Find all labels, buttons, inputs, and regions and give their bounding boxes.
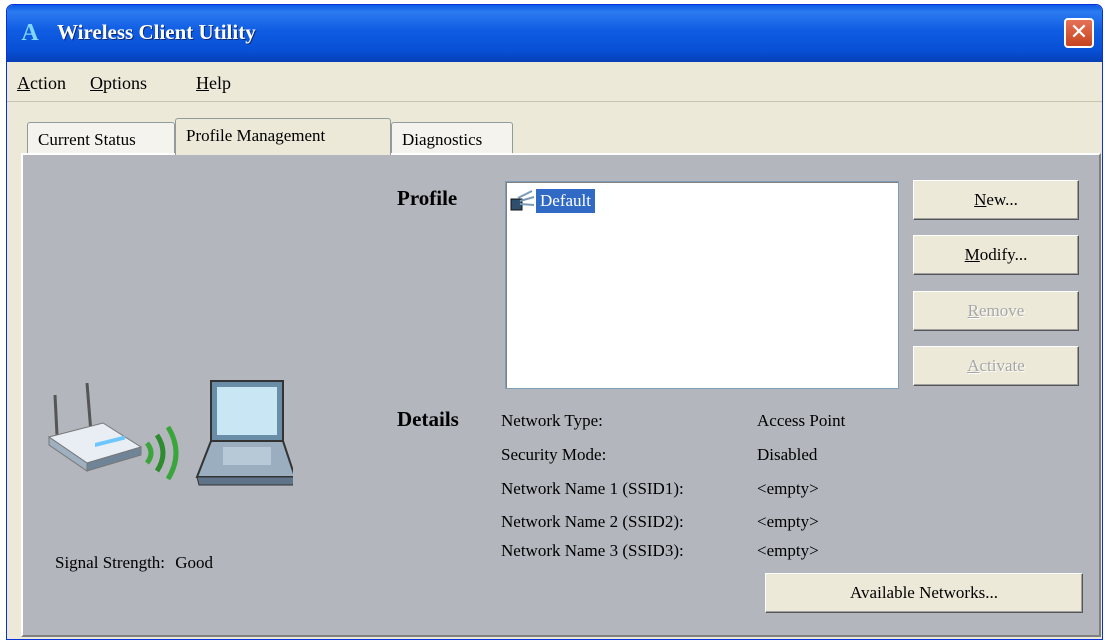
modify-button[interactable]: Modify... [913, 235, 1079, 275]
ssid3-value: <empty> [757, 541, 819, 560]
tab-strip: Current Status Profile Management Diagno… [27, 118, 627, 155]
new-button[interactable]: New... [913, 180, 1079, 220]
security-mode-label: Security Mode: [501, 445, 607, 464]
ssid2-value: <empty> [757, 512, 819, 531]
ssid3-label: Network Name 3 (SSID3): [501, 541, 684, 560]
close-icon: ✕ [1069, 20, 1089, 45]
laptop-icon [195, 380, 293, 486]
tab-diagnostics[interactable]: Diagnostics [391, 122, 513, 154]
security-mode-value: Disabled [757, 445, 818, 464]
device-illustration [47, 380, 293, 486]
tab-profile-management[interactable]: Profile Management [175, 118, 391, 155]
router-icon [47, 382, 143, 472]
wireless-client-utility-window: A Wireless Client Utility ✕ Action Optio… [6, 4, 1103, 640]
available-networks-button[interactable]: Available Networks... [765, 573, 1083, 613]
network-type-value: Access Point [757, 411, 846, 430]
signal-strength-value: Good [175, 553, 214, 572]
title-bar[interactable]: A Wireless Client Utility ✕ [7, 5, 1102, 62]
signal-strength: Signal Strength: Good [55, 553, 213, 573]
details-section-label: Details [397, 407, 459, 431]
window-title: Wireless Client Utility [57, 20, 256, 44]
profile-list[interactable]: Default [505, 181, 899, 389]
ssid1-label: Network Name 1 (SSID1): [501, 479, 684, 498]
ssid1-value: <empty> [757, 479, 819, 498]
menu-action[interactable]: Action [17, 73, 66, 94]
profile-section-label: Profile [397, 186, 458, 210]
app-logo-icon: A [21, 20, 39, 46]
close-button[interactable]: ✕ [1064, 18, 1094, 48]
signal-waves-icon [144, 425, 179, 481]
profile-icon [510, 190, 535, 211]
tab-current-status[interactable]: Current Status [27, 122, 175, 154]
menu-help[interactable]: Help [196, 73, 231, 94]
remove-button[interactable]: Remove [913, 291, 1079, 331]
network-type-label: Network Type: [501, 411, 603, 430]
profile-name: Default [536, 189, 595, 213]
ssid2-label: Network Name 2 (SSID2): [501, 512, 684, 531]
signal-strength-label: Signal Strength: [55, 553, 166, 572]
menu-options[interactable]: Options [90, 73, 147, 94]
menu-bar: Action Options Help [7, 62, 1102, 102]
profile-management-panel: Signal Strength: Good Profile Default Ne… [21, 153, 1101, 637]
activate-button[interactable]: Activate [913, 346, 1079, 386]
